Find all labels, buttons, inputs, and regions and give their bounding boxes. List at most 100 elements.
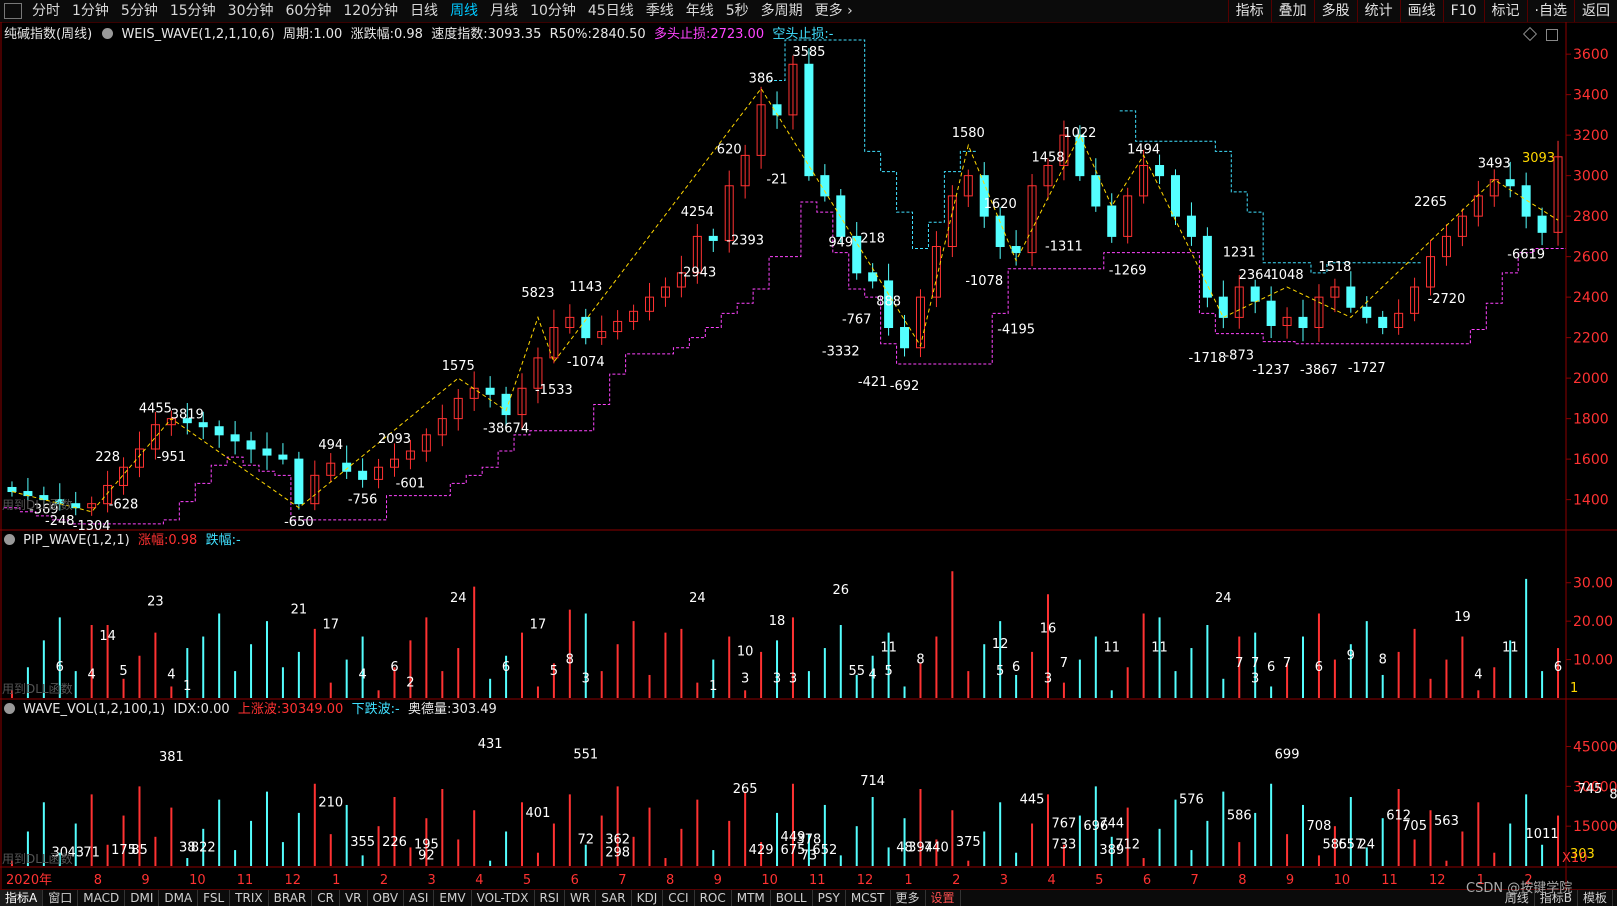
wave-label: 4254 xyxy=(681,205,714,220)
candle-body xyxy=(1521,185,1531,217)
pip-label: 7 xyxy=(1251,656,1259,671)
indicator-tab[interactable]: BRAR xyxy=(269,890,313,906)
pip-label: 55 xyxy=(848,664,865,679)
wave-label: 4455 xyxy=(139,402,172,417)
candle-body xyxy=(230,434,240,442)
indicator-tab[interactable]: TRIX xyxy=(230,890,269,906)
pip-label: 3 xyxy=(741,671,749,686)
time-axis-label: 11 xyxy=(1381,873,1398,888)
indicator-tab[interactable]: WR xyxy=(565,890,597,906)
candle-body xyxy=(1202,235,1212,298)
indicator-tab[interactable]: CCI xyxy=(663,890,695,906)
right-tab[interactable]: 模板 xyxy=(1578,890,1613,906)
vol-indicator-name: WAVE_VOL(1,2,100,1) xyxy=(23,702,166,717)
vol-label: 699 xyxy=(1275,747,1300,762)
pip-label: 26 xyxy=(833,583,850,598)
wave-label: 3819 xyxy=(171,408,204,423)
vol-label: 429 xyxy=(749,843,774,858)
r50-label: R50%: xyxy=(549,27,592,42)
vol-label: 712 xyxy=(1115,838,1140,853)
pip-fall-value: - xyxy=(235,533,241,548)
r50-value: 2840.50 xyxy=(591,27,646,42)
indicator-tab[interactable]: VOL-TDX xyxy=(472,890,535,906)
time-axis-label: 8 xyxy=(94,873,102,888)
vol-label: 265 xyxy=(733,782,758,797)
period-value: 1.00 xyxy=(313,27,343,42)
vol-label: 652 xyxy=(812,843,837,858)
price-axis-label: 3600 xyxy=(1573,47,1609,63)
candle-body xyxy=(804,63,814,177)
indicator-tab[interactable]: MACD xyxy=(78,890,126,906)
candle-body xyxy=(23,491,33,497)
indicator-tab[interactable]: ROC xyxy=(695,890,732,906)
indicator-tab[interactable]: KDJ xyxy=(632,890,664,906)
wave-label: -3867 xyxy=(1300,363,1338,378)
indicator-tab[interactable]: ASI xyxy=(404,890,435,906)
indicator-tab[interactable]: PSY xyxy=(813,890,846,906)
candle-body xyxy=(342,462,352,472)
pip-label: 6 xyxy=(390,660,398,675)
indicator-tab[interactable]: 窗口 xyxy=(43,890,79,906)
candle-body xyxy=(198,422,208,428)
vol-label: 355 xyxy=(350,835,375,850)
indicator-tab[interactable]: DMI xyxy=(125,890,160,906)
wave-label: 1458 xyxy=(1031,151,1064,166)
indicator-tab[interactable]: 指标A xyxy=(0,890,44,906)
indicator-tab[interactable]: OBV xyxy=(368,890,405,906)
vol-label: 745 xyxy=(1577,782,1602,797)
wave-label: -756 xyxy=(348,493,378,508)
settings-circle-icon[interactable] xyxy=(102,28,114,39)
pip-rise-label: 涨幅: xyxy=(137,533,169,548)
indicator-tab[interactable]: MTM xyxy=(732,890,771,906)
wave-label: -248 xyxy=(45,514,75,529)
pip-settings-icon[interactable] xyxy=(4,534,15,545)
indicator-tab[interactable]: SAR xyxy=(596,890,632,906)
pip-label: 5 xyxy=(119,664,127,679)
wave-label: 2364 xyxy=(1239,268,1272,283)
wave-label: 1620 xyxy=(984,197,1017,212)
vol-label: 85 xyxy=(131,843,148,858)
indicator-tab[interactable]: DMA xyxy=(159,890,199,906)
vol-label: 714 xyxy=(860,774,885,789)
wave-label: 1048 xyxy=(1271,268,1304,283)
pip-last-label: 1 xyxy=(1570,681,1578,696)
wave-label: -628 xyxy=(109,498,139,513)
pip-label: 4 xyxy=(88,668,96,683)
pip-axis-label: 30.00 xyxy=(1573,576,1613,592)
time-axis-label: 9 xyxy=(714,873,722,888)
wave-label: -2943 xyxy=(678,266,716,281)
wave-label: -767 xyxy=(842,312,872,327)
wave-label: 386 xyxy=(749,72,774,87)
vol-label: 586 xyxy=(1227,809,1252,824)
candle-body xyxy=(358,470,368,480)
vol-settings-icon[interactable] xyxy=(4,703,15,714)
time-axis-label: 5 xyxy=(1095,873,1103,888)
indicator-tab[interactable]: EMV xyxy=(434,890,472,906)
wave-label: -650 xyxy=(284,515,314,530)
vol-label: 551 xyxy=(573,747,598,762)
indicator-tab[interactable]: BOLL xyxy=(771,890,813,906)
indicator-tab[interactable]: RSI xyxy=(535,890,566,906)
vol-last-label: 303 xyxy=(1570,847,1595,862)
chart-canvas[interactable]: 3600 3400 3200 3000 2800 2600 2400 2200 2000 1800… xyxy=(0,0,1617,905)
pip-label: 5 xyxy=(996,664,1004,679)
indicator-tab[interactable]: CR xyxy=(312,890,340,906)
main-legend: 纯碱指数(周线) WEIS_WAVE(1,2,1,10,6) 周期:1.00 涨… xyxy=(4,26,833,44)
indicator-tab[interactable]: VR xyxy=(340,890,368,906)
time-axis-label: 7 xyxy=(618,873,626,888)
pip-label: 1 xyxy=(709,679,717,694)
window-toggle-icon[interactable] xyxy=(1546,29,1558,41)
vol-label: 71 xyxy=(83,846,100,861)
indicator-tab[interactable]: 设置 xyxy=(926,890,961,906)
vol-label: 92 xyxy=(418,848,435,863)
indicator-tab[interactable]: MCST xyxy=(846,890,891,906)
vol-up-label: 上涨波: xyxy=(237,702,282,717)
price-axis-label: 3000 xyxy=(1573,169,1609,185)
vol-label: 767 xyxy=(1052,816,1077,831)
indicator-tab[interactable]: FSL xyxy=(198,890,231,906)
time-axis-label: 12 xyxy=(1429,873,1446,888)
indicator-tab[interactable]: 更多 xyxy=(891,890,926,906)
change-label: 涨跌幅: xyxy=(350,27,394,42)
vol-idx-value: 0.00 xyxy=(200,702,230,717)
price-axis-label: 2600 xyxy=(1573,250,1609,266)
